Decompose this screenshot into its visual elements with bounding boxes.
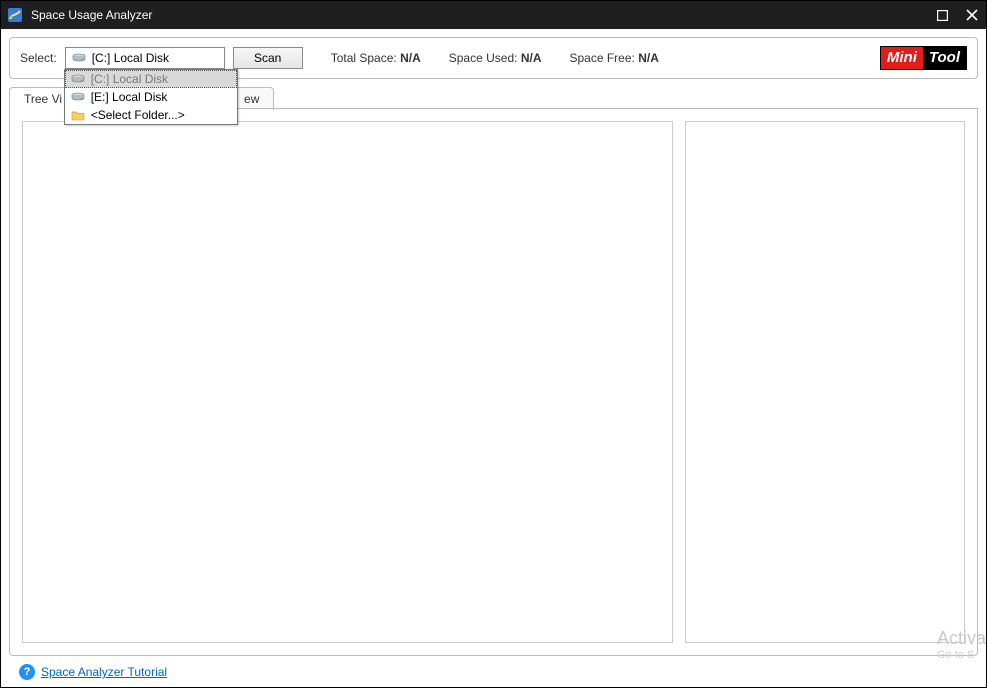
select-label: Select:	[20, 51, 57, 65]
space-used: Space Used: N/A	[449, 51, 542, 65]
disk-icon	[71, 92, 85, 102]
close-button[interactable]	[964, 7, 980, 23]
toolbar: Select: [C:] Local Disk [C:] Local Disk …	[9, 37, 978, 79]
help-icon[interactable]: ?	[19, 664, 35, 680]
dropdown-option-folder[interactable]: <Select Folder...>	[65, 106, 237, 124]
disk-icon	[72, 53, 86, 63]
minitool-logo: Mini Tool	[880, 46, 967, 70]
tab-file-view[interactable]: ew	[238, 87, 274, 110]
maximize-button[interactable]	[934, 7, 950, 23]
detail-panel	[685, 121, 965, 643]
drive-select[interactable]: [C:] Local Disk	[65, 47, 225, 69]
title-bar: Space Usage Analyzer	[1, 1, 986, 29]
footer: ? Space Analyzer Tutorial	[9, 657, 978, 687]
space-free: Space Free: N/A	[569, 51, 658, 65]
tutorial-link[interactable]: Space Analyzer Tutorial	[41, 665, 167, 679]
total-space: Total Space: N/A	[331, 51, 421, 65]
drive-select-value: [C:] Local Disk	[92, 51, 169, 65]
window-title: Space Usage Analyzer	[31, 8, 934, 22]
tree-panel	[22, 121, 673, 643]
main-panels	[9, 108, 978, 656]
dropdown-option-e[interactable]: [E:] Local Disk	[65, 88, 237, 106]
app-icon	[7, 7, 23, 23]
dropdown-option-c[interactable]: [C:] Local Disk	[65, 70, 237, 88]
scan-button[interactable]: Scan	[233, 47, 303, 69]
disk-icon	[71, 74, 85, 84]
drive-dropdown: [C:] Local Disk [E:] Local Disk <Select …	[64, 69, 238, 125]
folder-icon	[71, 109, 85, 121]
